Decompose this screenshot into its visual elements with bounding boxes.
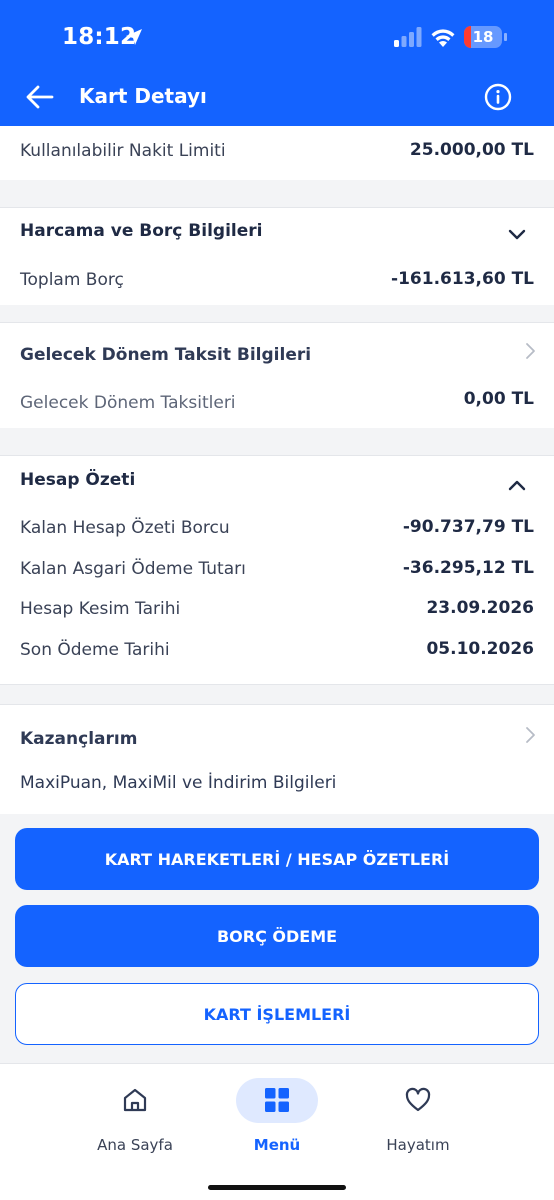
status-bar: 18:12 18 bbox=[0, 0, 554, 70]
tab-home-label: Ana Sayfa bbox=[97, 1136, 173, 1154]
app-header: 18:12 18 Kart Detayı bbox=[0, 0, 554, 126]
cash-limit-label: Kullanılabilir Nakit Limiti bbox=[20, 141, 226, 161]
installments-section-title: Gelecek Dönem Taksit Bilgileri bbox=[20, 345, 312, 365]
page-title: Kart Detayı bbox=[79, 84, 207, 108]
tab-hayatim-label: Hayatım bbox=[386, 1136, 450, 1154]
tab-menu-label: Menü bbox=[253, 1136, 301, 1154]
statement-row-value: 23.09.2026 bbox=[426, 598, 534, 618]
cash-limit-card: Kullanılabilir Nakit Limiti 25.000,00 TL bbox=[0, 126, 554, 180]
total-debt-value: -161.613,60 TL bbox=[391, 269, 534, 289]
home-indicator bbox=[208, 1185, 346, 1190]
spending-debt-card[interactable]: Harcama ve Borç Bilgileri Toplam Borç -1… bbox=[0, 207, 554, 305]
battery-indicator: 18 bbox=[464, 26, 508, 48]
chevron-up-icon[interactable] bbox=[507, 475, 527, 495]
statement-row-label: Hesap Kesim Tarihi bbox=[20, 599, 181, 619]
statement-row-label: Kalan Asgari Ödeme Tutarı bbox=[20, 559, 246, 579]
home-icon bbox=[123, 1088, 147, 1112]
spending-section-title: Harcama ve Borç Bilgileri bbox=[20, 221, 263, 241]
heart-icon bbox=[405, 1087, 431, 1112]
earnings-card[interactable]: Kazançlarım MaxiPuan, MaxiMil ve İndirim… bbox=[0, 704, 554, 814]
installments-card[interactable]: Gelecek Dönem Taksit Bilgileri Gelecek D… bbox=[0, 322, 554, 428]
tab-menu[interactable]: Menü bbox=[197, 1064, 357, 1174]
statement-row-label: Kalan Hesap Özeti Borcu bbox=[20, 518, 230, 538]
cash-limit-value: 25.000,00 TL bbox=[409, 140, 534, 160]
chevron-right-icon[interactable] bbox=[521, 725, 541, 745]
earnings-subtitle: MaxiPuan, MaxiMil ve İndirim Bilgileri bbox=[20, 773, 337, 793]
statement-row-value: 05.10.2026 bbox=[426, 639, 534, 659]
debt-payment-button[interactable]: BORÇ ÖDEME bbox=[15, 905, 539, 967]
statement-row-label: Son Ödeme Tarihi bbox=[20, 640, 170, 660]
card-operations-button[interactable]: KART İŞLEMLERİ bbox=[15, 983, 539, 1045]
statement-section-title: Hesap Özeti bbox=[20, 470, 136, 490]
statement-row-value: -90.737,79 TL bbox=[402, 517, 534, 537]
location-arrow-icon bbox=[126, 29, 142, 45]
chevron-down-icon[interactable] bbox=[507, 225, 527, 245]
cellular-signal-icon bbox=[394, 27, 422, 47]
info-icon[interactable] bbox=[484, 83, 512, 111]
total-debt-label: Toplam Borç bbox=[20, 270, 124, 290]
bottom-tab-bar: Ana Sayfa Menü Hayatım bbox=[0, 1063, 554, 1200]
tab-hayatim[interactable]: Hayatım bbox=[338, 1064, 498, 1174]
card-transactions-button[interactable]: KART HAREKETLERİ / HESAP ÖZETLERİ bbox=[15, 828, 539, 890]
statement-card[interactable]: Hesap Özeti Kalan Hesap Özeti Borcu -90.… bbox=[0, 455, 554, 685]
grid-icon bbox=[265, 1088, 289, 1112]
battery-level: 18 bbox=[472, 28, 494, 46]
chevron-right-icon[interactable] bbox=[521, 341, 541, 361]
installments-value: 0,00 TL bbox=[463, 389, 534, 409]
wifi-icon bbox=[431, 29, 455, 47]
installments-label: Gelecek Dönem Taksitleri bbox=[20, 393, 236, 413]
tab-home[interactable]: Ana Sayfa bbox=[55, 1064, 215, 1174]
statement-row-value: -36.295,12 TL bbox=[402, 558, 534, 578]
earnings-section-title: Kazançlarım bbox=[20, 729, 138, 749]
back-arrow-icon[interactable] bbox=[26, 84, 54, 110]
